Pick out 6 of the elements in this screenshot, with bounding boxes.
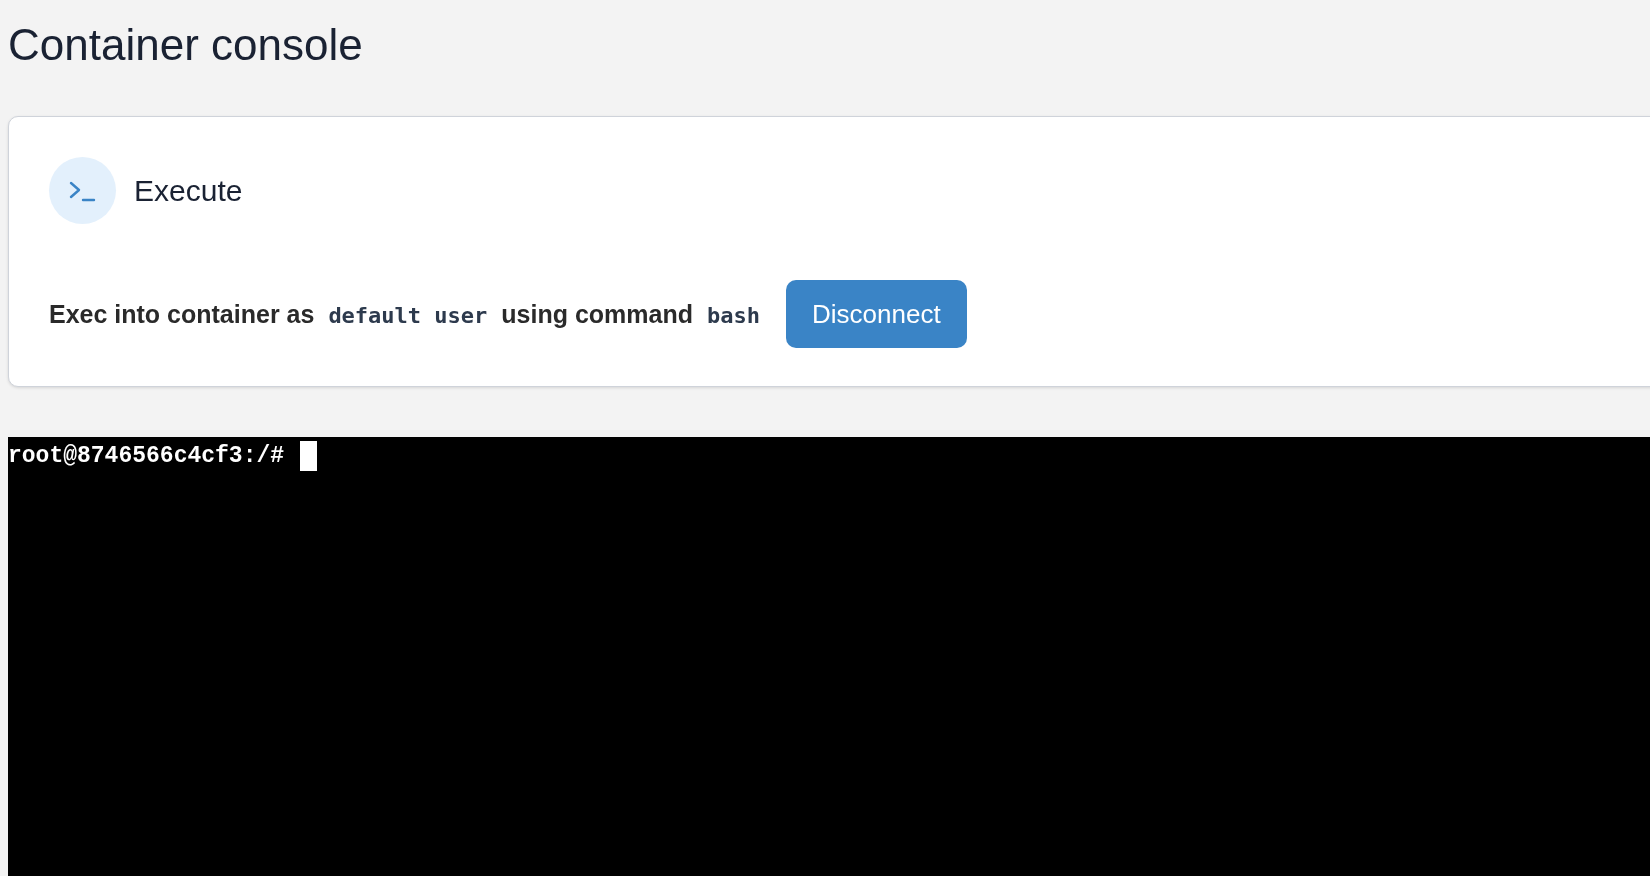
card-title: Execute [134, 173, 243, 208]
page-title: Container console [8, 19, 364, 71]
disconnect-button[interactable]: Disconnect [786, 280, 967, 348]
shell-prompt: root@8746566c4cf3:/# [8, 442, 285, 471]
exec-description: Exec into container as default user using command bash [49, 299, 760, 329]
terminal-screen[interactable]: root@8746566c4cf3:/# [8, 437, 1650, 876]
